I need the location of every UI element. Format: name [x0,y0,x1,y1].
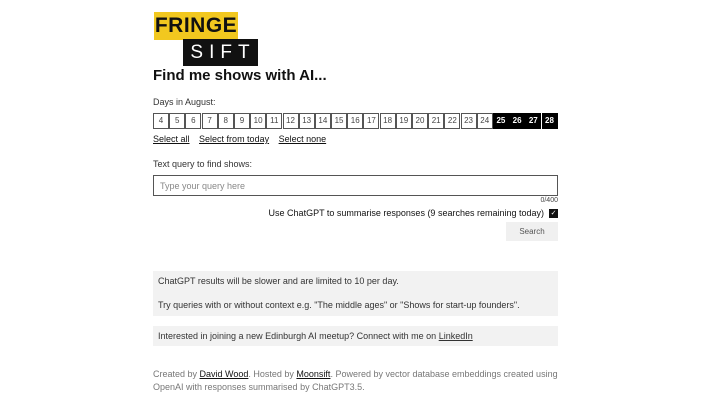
day-button-11[interactable]: 11 [266,113,283,129]
day-button-5[interactable]: 5 [169,113,186,129]
day-button-14[interactable]: 14 [314,113,331,129]
host-link[interactable]: Moonsift [296,369,330,379]
day-button-20[interactable]: 20 [412,113,428,129]
info-limit-text: ChatGPT results will be slower and are l… [158,276,399,286]
logo-top-text: FRINGE [154,12,238,40]
day-button-10[interactable]: 10 [250,113,267,129]
day-button-17[interactable]: 17 [363,113,380,129]
page-title: Find me shows with AI... [153,67,327,84]
day-button-21[interactable]: 21 [428,113,445,129]
day-selector: 4 5 6 7 8 9 10 11 12 13 14 15 16 17 18 19 20 21 22 23 24 25 26… [153,113,558,129]
footer: Created by David Wood. Hosted by Moonsif… [153,368,563,394]
day-button-22[interactable]: 22 [444,113,461,129]
day-button-18[interactable]: 18 [379,113,396,129]
day-selection-links: Select all Select from today Select none [153,134,333,144]
day-button-16[interactable]: 16 [347,113,364,129]
select-from-today-link[interactable]: Select from today [199,134,269,144]
day-button-12[interactable]: 12 [282,113,299,129]
info-tip-text: Try queries with or without context e.g.… [158,300,520,310]
meetup-box: Interested in joining a new Edinburgh AI… [153,326,558,346]
day-button-26[interactable]: 26 [509,113,526,129]
day-button-28[interactable]: 28 [541,113,558,129]
day-button-6[interactable]: 6 [185,113,202,129]
day-button-13[interactable]: 13 [298,113,315,129]
chatgpt-checkbox[interactable]: ✓ [549,209,558,219]
info-box: ChatGPT results will be slower and are l… [153,271,558,316]
day-button-7[interactable]: 7 [201,113,218,129]
day-button-27[interactable]: 27 [525,113,542,129]
day-button-15[interactable]: 15 [331,113,348,129]
chatgpt-option-label: Use ChatGPT to summarise responses (9 se… [268,208,544,218]
search-button[interactable]: Search [506,222,558,241]
day-button-23[interactable]: 23 [460,113,477,129]
select-all-link[interactable]: Select all [153,134,190,144]
query-input[interactable] [153,175,558,196]
day-button-9[interactable]: 9 [233,113,250,129]
day-button-19[interactable]: 19 [395,113,412,129]
chatgpt-option-row: Use ChatGPT to summarise responses (9 se… [153,208,558,219]
footer-created-by: Created by [153,369,200,379]
day-button-8[interactable]: 8 [217,113,234,129]
meetup-text: Interested in joining a new Edinburgh AI… [158,331,439,341]
logo-bottom-text: SIFT [183,39,258,66]
char-counter: 0/400 [540,197,558,204]
fringe-sift-logo[interactable]: FRINGE SIFT [153,12,259,68]
day-button-4[interactable]: 4 [153,113,169,129]
select-none-link[interactable]: Select none [279,134,327,144]
days-label: Days in August: [153,97,216,107]
linkedin-link[interactable]: LinkedIn [439,331,473,341]
author-link[interactable]: David Wood [200,369,249,379]
query-label: Text query to find shows: [153,159,253,169]
footer-hosted-by: . Hosted by [248,369,297,379]
day-button-25[interactable]: 25 [492,113,509,129]
day-button-24[interactable]: 24 [476,113,493,129]
